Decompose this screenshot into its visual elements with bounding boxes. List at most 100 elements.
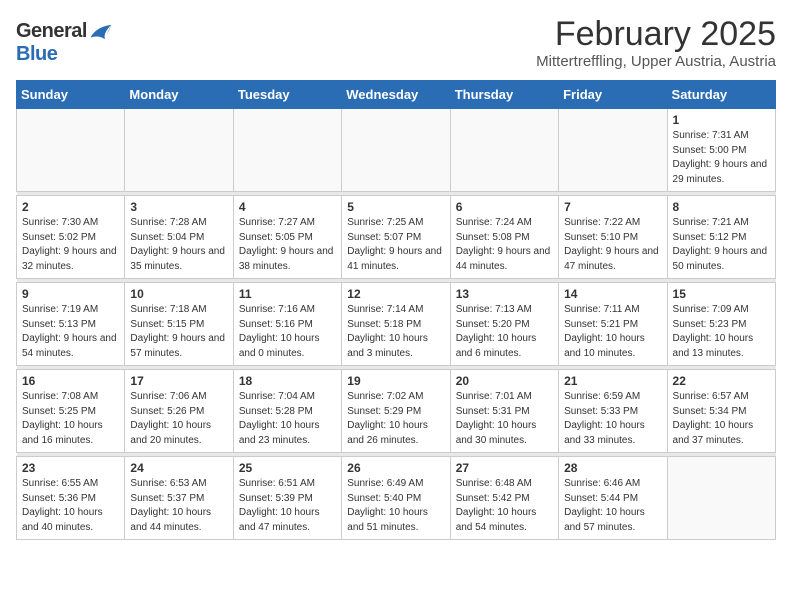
day-info: Sunrise: 6:49 AM Sunset: 5:40 PM Dayligh… bbox=[347, 477, 444, 535]
day-number: 19 bbox=[347, 374, 444, 388]
day-info: Sunrise: 7:14 AM Sunset: 5:18 PM Dayligh… bbox=[347, 303, 444, 361]
day-info: Sunrise: 6:48 AM Sunset: 5:42 PM Dayligh… bbox=[456, 477, 553, 535]
day-number: 13 bbox=[456, 287, 553, 301]
day-info: Sunrise: 7:01 AM Sunset: 5:31 PM Dayligh… bbox=[456, 390, 553, 448]
day-info: Sunrise: 7:18 AM Sunset: 5:15 PM Dayligh… bbox=[130, 303, 227, 361]
day-info: Sunrise: 7:11 AM Sunset: 5:21 PM Dayligh… bbox=[564, 303, 661, 361]
day-number: 20 bbox=[456, 374, 553, 388]
day-number: 2 bbox=[22, 200, 119, 214]
weekday-header: Saturday bbox=[667, 81, 775, 109]
day-number: 11 bbox=[239, 287, 336, 301]
logo: General Blue bbox=[16, 20, 113, 66]
weekday-header: Monday bbox=[125, 81, 233, 109]
weekday-header: Friday bbox=[559, 81, 667, 109]
day-number: 9 bbox=[22, 287, 119, 301]
day-number: 26 bbox=[347, 461, 444, 475]
calendar-cell: 26 Sunrise: 6:49 AM Sunset: 5:40 PM Dayli… bbox=[342, 457, 450, 540]
day-info: Sunrise: 7:30 AM Sunset: 5:02 PM Dayligh… bbox=[22, 216, 119, 274]
day-info: Sunrise: 6:59 AM Sunset: 5:33 PM Dayligh… bbox=[564, 390, 661, 448]
day-info: Sunrise: 6:51 AM Sunset: 5:39 PM Dayligh… bbox=[239, 477, 336, 535]
day-info: Sunrise: 7:27 AM Sunset: 5:05 PM Dayligh… bbox=[239, 216, 336, 274]
calendar-cell: 28 Sunrise: 6:46 AM Sunset: 5:44 PM Dayli… bbox=[559, 457, 667, 540]
weekday-header: Thursday bbox=[450, 81, 558, 109]
calendar-cell: 19 Sunrise: 7:02 AM Sunset: 5:29 PM Dayli… bbox=[342, 370, 450, 453]
calendar-cell: 25 Sunrise: 6:51 AM Sunset: 5:39 PM Dayli… bbox=[233, 457, 341, 540]
day-info: Sunrise: 6:57 AM Sunset: 5:34 PM Dayligh… bbox=[673, 390, 770, 448]
day-info: Sunrise: 7:02 AM Sunset: 5:29 PM Dayligh… bbox=[347, 390, 444, 448]
calendar-cell: 14Sunrise: 7:11 AM Sunset: 5:21 PM Dayli… bbox=[559, 283, 667, 366]
weekday-header: Wednesday bbox=[342, 81, 450, 109]
day-info: Sunrise: 7:28 AM Sunset: 5:04 PM Dayligh… bbox=[130, 216, 227, 274]
day-info: Sunrise: 6:46 AM Sunset: 5:44 PM Dayligh… bbox=[564, 477, 661, 535]
day-info: Sunrise: 7:31 AM Sunset: 5:00 PM Dayligh… bbox=[673, 129, 770, 187]
weekday-header: Tuesday bbox=[233, 81, 341, 109]
logo-blue-text: Blue bbox=[16, 43, 57, 66]
calendar-cell bbox=[342, 109, 450, 192]
day-number: 23 bbox=[22, 461, 119, 475]
logo-bird-icon bbox=[89, 23, 113, 41]
calendar-cell bbox=[125, 109, 233, 192]
calendar-week-row: 23 Sunrise: 6:55 AM Sunset: 5:36 PM Dayli… bbox=[17, 457, 776, 540]
calendar-cell: 16 Sunrise: 7:08 AM Sunset: 5:25 PM Dayli… bbox=[17, 370, 125, 453]
day-info: Sunrise: 7:24 AM Sunset: 5:08 PM Dayligh… bbox=[456, 216, 553, 274]
calendar-cell: 17 Sunrise: 7:06 AM Sunset: 5:26 PM Dayli… bbox=[125, 370, 233, 453]
day-number: 6 bbox=[456, 200, 553, 214]
calendar-cell: 4 Sunrise: 7:27 AM Sunset: 5:05 PM Daylig… bbox=[233, 196, 341, 279]
calendar-cell: 9 Sunrise: 7:19 AM Sunset: 5:13 PM Daylig… bbox=[17, 283, 125, 366]
calendar-header-row: SundayMondayTuesdayWednesdayThursdayFrid… bbox=[17, 81, 776, 109]
calendar-cell: 11 Sunrise: 7:16 AM Sunset: 5:16 PM Dayli… bbox=[233, 283, 341, 366]
day-number: 16 bbox=[22, 374, 119, 388]
calendar-cell: 2 Sunrise: 7:30 AM Sunset: 5:02 PM Daylig… bbox=[17, 196, 125, 279]
day-number: 1 bbox=[673, 113, 770, 127]
day-info: Sunrise: 7:08 AM Sunset: 5:25 PM Dayligh… bbox=[22, 390, 119, 448]
day-info: Sunrise: 7:04 AM Sunset: 5:28 PM Dayligh… bbox=[239, 390, 336, 448]
day-number: 5 bbox=[347, 200, 444, 214]
day-number: 28 bbox=[564, 461, 661, 475]
day-info: Sunrise: 6:55 AM Sunset: 5:36 PM Dayligh… bbox=[22, 477, 119, 535]
day-number: 4 bbox=[239, 200, 336, 214]
day-info: Sunrise: 7:16 AM Sunset: 5:16 PM Dayligh… bbox=[239, 303, 336, 361]
day-number: 24 bbox=[130, 461, 227, 475]
calendar-cell: 18Sunrise: 7:04 AM Sunset: 5:28 PM Dayli… bbox=[233, 370, 341, 453]
calendar-week-row: 16 Sunrise: 7:08 AM Sunset: 5:25 PM Dayli… bbox=[17, 370, 776, 453]
calendar-cell: 21 Sunrise: 6:59 AM Sunset: 5:33 PM Dayli… bbox=[559, 370, 667, 453]
day-number: 7 bbox=[564, 200, 661, 214]
calendar-cell: 27Sunrise: 6:48 AM Sunset: 5:42 PM Dayli… bbox=[450, 457, 558, 540]
day-number: 17 bbox=[130, 374, 227, 388]
logo-general-text: General bbox=[16, 20, 87, 43]
day-info: Sunrise: 7:21 AM Sunset: 5:12 PM Dayligh… bbox=[673, 216, 770, 274]
calendar-cell: 1 Sunrise: 7:31 AM Sunset: 5:00 PM Daylig… bbox=[667, 109, 775, 192]
day-number: 8 bbox=[673, 200, 770, 214]
calendar-week-row: 2 Sunrise: 7:30 AM Sunset: 5:02 PM Daylig… bbox=[17, 196, 776, 279]
calendar-cell: 13 Sunrise: 7:13 AM Sunset: 5:20 PM Dayli… bbox=[450, 283, 558, 366]
calendar-cell: 23 Sunrise: 6:55 AM Sunset: 5:36 PM Dayli… bbox=[17, 457, 125, 540]
calendar-cell: 5 Sunrise: 7:25 AM Sunset: 5:07 PM Daylig… bbox=[342, 196, 450, 279]
calendar-cell: 10 Sunrise: 7:18 AM Sunset: 5:15 PM Dayli… bbox=[125, 283, 233, 366]
day-number: 12 bbox=[347, 287, 444, 301]
weekday-header: Sunday bbox=[17, 81, 125, 109]
calendar-cell: 7Sunrise: 7:22 AM Sunset: 5:10 PM Daylig… bbox=[559, 196, 667, 279]
day-info: Sunrise: 7:19 AM Sunset: 5:13 PM Dayligh… bbox=[22, 303, 119, 361]
day-number: 15 bbox=[673, 287, 770, 301]
day-number: 22 bbox=[673, 374, 770, 388]
day-info: Sunrise: 7:09 AM Sunset: 5:23 PM Dayligh… bbox=[673, 303, 770, 361]
day-number: 25 bbox=[239, 461, 336, 475]
header: General Blue February 2025 Mittertreffli… bbox=[16, 16, 776, 70]
calendar-cell bbox=[450, 109, 558, 192]
calendar-cell bbox=[667, 457, 775, 540]
day-info: Sunrise: 7:06 AM Sunset: 5:26 PM Dayligh… bbox=[130, 390, 227, 448]
calendar-week-row: 9 Sunrise: 7:19 AM Sunset: 5:13 PM Daylig… bbox=[17, 283, 776, 366]
title-area: February 2025 Mittertreffling, Upper Aus… bbox=[536, 16, 776, 70]
calendar-cell: 6 Sunrise: 7:24 AM Sunset: 5:08 PM Daylig… bbox=[450, 196, 558, 279]
calendar-cell bbox=[233, 109, 341, 192]
day-number: 21 bbox=[564, 374, 661, 388]
day-info: Sunrise: 7:25 AM Sunset: 5:07 PM Dayligh… bbox=[347, 216, 444, 274]
calendar-cell: 3 Sunrise: 7:28 AM Sunset: 5:04 PM Daylig… bbox=[125, 196, 233, 279]
calendar-week-row: 1 Sunrise: 7:31 AM Sunset: 5:00 PM Daylig… bbox=[17, 109, 776, 192]
calendar-cell bbox=[17, 109, 125, 192]
day-number: 3 bbox=[130, 200, 227, 214]
day-info: Sunrise: 7:13 AM Sunset: 5:20 PM Dayligh… bbox=[456, 303, 553, 361]
calendar-cell: 12 Sunrise: 7:14 AM Sunset: 5:18 PM Dayli… bbox=[342, 283, 450, 366]
calendar-cell: 20 Sunrise: 7:01 AM Sunset: 5:31 PM Dayli… bbox=[450, 370, 558, 453]
day-number: 10 bbox=[130, 287, 227, 301]
